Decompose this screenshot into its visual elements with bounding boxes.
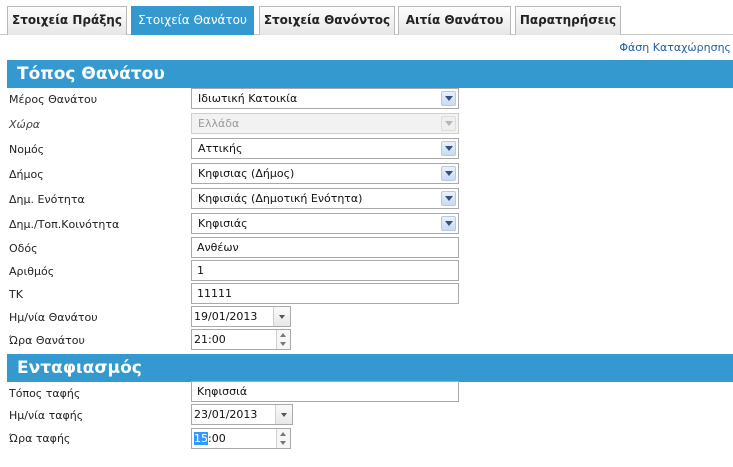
chevron-down-icon[interactable] — [441, 141, 456, 156]
burial-date-label: Ημ/νία ταφής — [9, 409, 84, 422]
tab-deed-details[interactable]: Στοιχεία Πράξης — [7, 6, 127, 35]
street-input[interactable]: Ανθέων — [191, 237, 459, 258]
municipal-unit-value: Κηφισιάς (Δημοτική Ενότητα) — [198, 192, 363, 205]
number-input[interactable]: 1 — [191, 260, 459, 281]
spinner-arrows-icon[interactable] — [276, 429, 290, 448]
postal-code-label: ΤΚ — [9, 288, 23, 301]
death-time-label: Ώρα Θανάτου — [9, 334, 85, 347]
tab-bar: Στοιχεία Πράξης Στοιχεία Θανάτου Στοιχεί… — [0, 0, 733, 35]
chevron-down-icon[interactable] — [441, 166, 456, 181]
burial-place-label: Τόπος ταφής — [9, 387, 81, 400]
tab-remarks[interactable]: Παρατηρήσεις — [515, 6, 621, 35]
death-time-value: 21:00 — [194, 333, 226, 346]
death-date-picker[interactable]: 19/01/2013 — [191, 306, 291, 327]
postal-code-input[interactable]: 11111 — [191, 283, 459, 304]
municipal-unit-select[interactable]: Κηφισιάς (Δημοτική Ενότητα) — [191, 188, 459, 209]
chevron-down-icon — [441, 116, 456, 131]
number-label: Αριθμός — [9, 265, 55, 278]
tab-death-details[interactable]: Στοιχεία Θανάτου — [131, 6, 254, 35]
tab-cause-of-death[interactable]: Αιτία Θανάτου — [398, 6, 511, 35]
prefecture-select[interactable]: Αττικής — [191, 138, 459, 159]
phase-link[interactable]: Φάση Καταχώρησης — [619, 41, 731, 54]
prefecture-label: Νομός — [9, 143, 45, 156]
place-type-value: Ιδιωτική Κατοικία — [198, 92, 298, 105]
municipality-label: Δήμος — [9, 168, 44, 181]
community-select[interactable]: Κηφισιάς — [191, 213, 459, 234]
municipality-select[interactable]: Κηφισιας (Δήμος) — [191, 163, 459, 184]
municipal-unit-label: Δημ. Ενότητα — [9, 193, 85, 206]
calendar-dropdown-icon[interactable] — [273, 307, 290, 326]
burial-date-value: 23/01/2013 — [194, 408, 258, 421]
chevron-down-icon[interactable] — [441, 191, 456, 206]
burial-time-selected-text: 15 — [194, 432, 208, 445]
community-value: Κηφισιάς — [198, 217, 248, 230]
place-type-label: Μέρος Θανάτου — [9, 93, 98, 106]
burial-place-input[interactable]: Κηφισσιά — [191, 381, 459, 402]
burial-date-picker[interactable]: 23/01/2013 — [191, 404, 293, 425]
country-select: Ελλάδα — [191, 113, 459, 134]
country-value: Ελλάδα — [198, 117, 240, 130]
death-date-label: Ημ/νία Θανάτου — [9, 311, 98, 324]
section-burial-header: Ενταφιασμός — [7, 354, 733, 382]
chevron-down-icon[interactable] — [441, 216, 456, 231]
burial-time-rest-text: :00 — [208, 432, 226, 445]
country-label: Χώρα — [9, 118, 40, 131]
street-label: Οδός — [9, 242, 38, 255]
section-death-place-header: Τόπος Θανάτου — [7, 60, 733, 88]
burial-time-spinner[interactable]: 15:00 — [191, 428, 291, 449]
spinner-arrows-icon[interactable] — [276, 330, 290, 349]
chevron-down-icon[interactable] — [441, 91, 456, 106]
municipality-value: Κηφισιας (Δήμος) — [198, 167, 295, 180]
death-date-value: 19/01/2013 — [194, 310, 258, 323]
burial-time-label: Ώρα ταφής — [9, 432, 71, 445]
prefecture-value: Αττικής — [198, 142, 243, 155]
calendar-dropdown-icon[interactable] — [275, 405, 292, 424]
tab-deceased-details[interactable]: Στοιχεία Θανόντος — [259, 6, 395, 35]
death-time-spinner[interactable]: 21:00 — [191, 329, 291, 350]
place-type-select[interactable]: Ιδιωτική Κατοικία — [191, 88, 459, 109]
community-label: Δημ./Τοπ.Κοινότητα — [9, 218, 120, 231]
